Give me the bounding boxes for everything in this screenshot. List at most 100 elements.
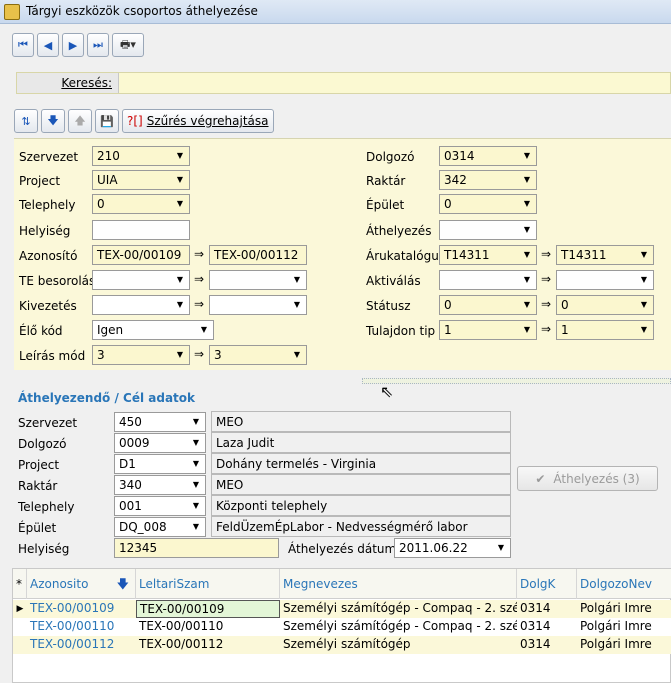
arukatalogus-from-select[interactable]: T14311 ▼ <box>439 245 537 265</box>
column-leltariszam[interactable]: LeltariSzam <box>136 569 280 599</box>
telephely-filter-select[interactable]: 0 ▼ <box>92 194 190 214</box>
kivezetes-to-select[interactable]: ▼ <box>209 295 307 315</box>
chevron-down-icon: ▼ <box>176 275 184 284</box>
leiras-mod-to-select[interactable]: 3 ▼ <box>209 345 307 365</box>
record-navigator: ⏮ ◀ ▶ ⏭ 🖶▾ <box>12 33 144 61</box>
dolgozo-filter-select[interactable]: 0314 ▼ <box>439 146 537 166</box>
chevron-down-icon: ▼ <box>192 459 200 468</box>
aktivalas-to-select[interactable]: ▼ <box>556 270 654 290</box>
leiras-mod-label: Leírás mód <box>19 349 86 363</box>
azonosito-to-input[interactable]: TEX-00/00112 <box>209 245 307 265</box>
szervezet-filter-select[interactable]: 210 ▼ <box>92 146 190 166</box>
range-arrow-icon: ⇒ <box>194 297 205 311</box>
save-button[interactable]: 💾 <box>95 109 119 133</box>
chevron-down-icon: ▼ <box>523 300 531 309</box>
move-up-button[interactable]: 🡅 <box>68 109 92 133</box>
last-record-button[interactable]: ⏭ <box>87 33 109 57</box>
range-arrow-icon: ⇒ <box>194 347 205 361</box>
cell-megnevezes: Személyi számítógép - Compaq - 2. széria <box>283 619 517 633</box>
raktar-filter-select[interactable]: 342 ▼ <box>439 170 537 190</box>
target-project-select[interactable]: D1 ▼ <box>114 454 206 474</box>
print-menu-button[interactable]: 🖶▾ <box>112 33 144 57</box>
te-besorolas-to-select[interactable]: ▼ <box>209 270 307 290</box>
table-row[interactable]: ▶ TEX-00/00109 TEX-00/00109 Személyi szá… <box>13 600 671 618</box>
aktivalas-from-select[interactable]: ▼ <box>439 270 537 290</box>
target-dolgozo-label: Dolgozó <box>18 437 67 451</box>
chevron-down-icon: ▼ <box>640 250 648 259</box>
cell-azonosito[interactable]: TEX-00/00109 <box>27 600 136 618</box>
range-arrow-icon: ⇒ <box>541 247 552 261</box>
table-row[interactable]: TEX-00/00112 TEX-00/00112 Személyi számí… <box>13 636 671 654</box>
window-title: Tárgyi eszközök csoportos áthelyezése <box>26 4 258 18</box>
project-filter-select[interactable]: UIA ▼ <box>92 170 190 190</box>
chevron-down-icon: ▼ <box>192 522 200 531</box>
tulajdon-tip-to-select[interactable]: 1 ▼ <box>556 320 654 340</box>
first-record-button[interactable]: ⏮ <box>12 33 34 57</box>
statusz-label: Státusz <box>366 299 411 313</box>
arukatalogus-label: Árukatalógus <box>366 249 446 263</box>
column-azonosito[interactable]: Azonosito 🡇 <box>27 569 136 599</box>
chevron-down-icon: ▼ <box>192 438 200 447</box>
chevron-down-icon: ▼ <box>523 325 531 334</box>
leiras-mod-from-select[interactable]: 3 ▼ <box>92 345 190 365</box>
column-megnevezes[interactable]: Megnevezes <box>280 569 517 599</box>
chevron-down-icon: ▼ <box>192 417 200 426</box>
sort-button[interactable]: ⇅ <box>14 109 38 133</box>
epulet-filter-select[interactable]: 0 ▼ <box>439 194 537 214</box>
section-title: Áthelyezendő / Cél adatok <box>18 391 195 405</box>
column-dolgk[interactable]: DolgK <box>517 569 577 599</box>
chevron-down-icon: ▼ <box>293 300 301 309</box>
move-down-button[interactable]: 🡇 <box>41 109 65 133</box>
chevron-down-icon: ▼ <box>176 199 184 208</box>
target-epulet-name: FeldÜzemÉpLabor - Nedvességmérő labor <box>211 516 511 537</box>
athelyezes-filter-select[interactable]: ▼ <box>439 220 537 240</box>
chevron-down-icon: ▼ <box>293 275 301 284</box>
project-filter-value: UIA <box>97 173 118 187</box>
azonosito-from-input[interactable]: TEX-00/00109 <box>92 245 190 265</box>
panel-splitter[interactable] <box>362 378 671 384</box>
column-dolgozonev[interactable]: DolgozoNev <box>577 569 671 599</box>
epulet-label: Épület <box>366 198 405 212</box>
target-raktar-label: Raktár <box>18 479 58 493</box>
search-input[interactable] <box>121 73 670 93</box>
arrow-up-icon: 🡅 <box>74 113 86 127</box>
cell-azonosito[interactable]: TEX-00/00110 <box>27 618 136 636</box>
helyiseg-filter-input[interactable] <box>92 220 190 240</box>
athelyezes-button[interactable]: ✔ Áthelyezés (3) <box>517 466 658 491</box>
tulajdon-tip-to-value: 1 <box>561 323 569 337</box>
kivezetes-from-select[interactable]: ▼ <box>92 295 190 315</box>
range-arrow-icon: ⇒ <box>194 272 205 286</box>
run-filter-button[interactable]: ?[] Szűrés végrehajtása <box>122 109 274 133</box>
telephely-filter-value: 0 <box>97 197 105 211</box>
aktivalas-label: Aktiválás <box>366 274 421 288</box>
athelyezes-datum-picker[interactable]: 2011.06.22 ▼ <box>394 538 511 558</box>
target-dolgozo-select[interactable]: 0009 ▼ <box>114 433 206 453</box>
target-szervezet-label: Szervezet <box>18 416 78 430</box>
target-epulet-select[interactable]: DQ_008 ▼ <box>114 517 206 537</box>
range-arrow-icon: ⇒ <box>194 247 205 261</box>
chevron-down-icon: ▼ <box>523 225 531 234</box>
table-row[interactable]: TEX-00/00110 TEX-00/00110 Személyi számí… <box>13 618 671 636</box>
athelyezes-button-label: Áthelyezés (3) <box>553 471 640 486</box>
statusz-from-select[interactable]: 0 ▼ <box>439 295 537 315</box>
cell-leltariszam[interactable]: TEX-00/00109 <box>136 600 280 618</box>
target-helyiseg-input[interactable]: 12345 <box>114 538 279 558</box>
target-telephely-label: Telephely <box>18 500 75 514</box>
target-raktar-select[interactable]: 340 ▼ <box>114 475 206 495</box>
app-icon <box>4 4 20 20</box>
helyiseg-label: Helyiség <box>19 224 71 238</box>
te-besorolas-from-select[interactable]: ▼ <box>92 270 190 290</box>
target-szervezet-select[interactable]: 450 ▼ <box>114 412 206 432</box>
filter-toolbar: ⇅ 🡇 🡅 💾 ?[] Szűrés végrehajtása <box>14 109 274 133</box>
tulajdon-tip-from-select[interactable]: 1 ▼ <box>439 320 537 340</box>
statusz-to-select[interactable]: 0 ▼ <box>556 295 654 315</box>
szervezet-filter-value: 210 <box>97 149 120 163</box>
range-arrow-icon: ⇒ <box>541 322 552 336</box>
prev-record-button[interactable]: ◀ <box>37 33 59 57</box>
target-telephely-select[interactable]: 001 ▼ <box>114 496 206 516</box>
elo-kod-select[interactable]: Igen ▼ <box>92 320 214 340</box>
target-szervezet-name: MEO <box>211 411 511 432</box>
next-record-button[interactable]: ▶ <box>62 33 84 57</box>
arukatalogus-to-select[interactable]: T14311 ▼ <box>556 245 654 265</box>
cell-azonosito[interactable]: TEX-00/00112 <box>27 636 136 654</box>
